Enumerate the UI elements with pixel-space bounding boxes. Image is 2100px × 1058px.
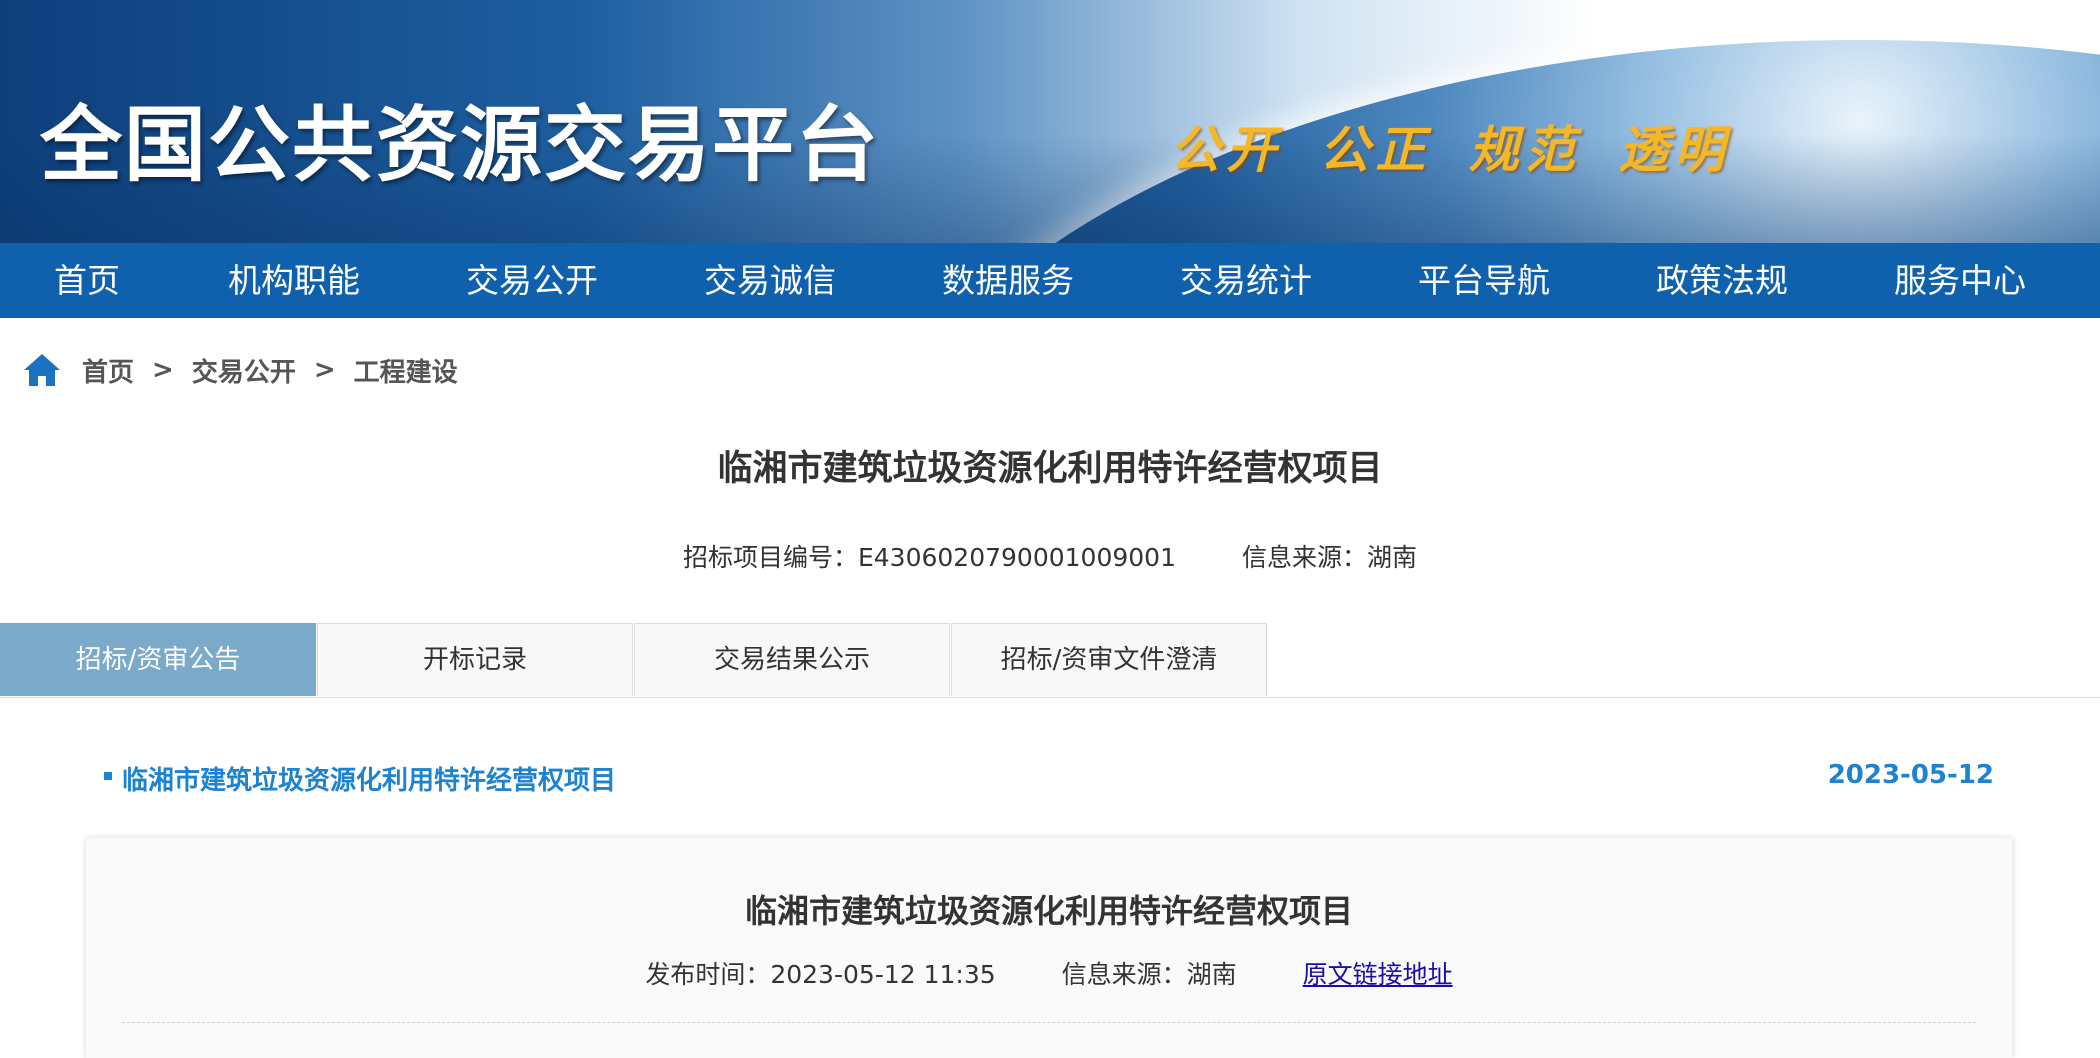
tab-bar: 招标/资审公告 开标记录 交易结果公示 招标/资审文件澄清 — [0, 623, 2100, 698]
project-code-value: E4306020790001009001 — [857, 543, 1176, 572]
project-source-value: 湖南 — [1367, 543, 1418, 572]
article-title: 临湘市建筑垃圾资源化利用特许经营权项目 — [744, 892, 1353, 930]
project-code-label: 招标项目编号： — [682, 543, 858, 572]
site-title: 全国公共资源交易平台 — [40, 97, 881, 193]
article-source-value: 湖南 — [1186, 960, 1237, 989]
tab-tender-notice[interactable]: 招标/资审公告 — [0, 623, 316, 696]
nav-item-data-service[interactable]: 数据服务 — [942, 243, 1074, 318]
tab-trade-result[interactable]: 交易结果公示 — [634, 623, 950, 696]
nav-item-organization[interactable]: 机构职能 — [228, 243, 360, 318]
article-meta: 发布时间：2023-05-12 11:35 信息来源：湖南 原文链接地址 — [86, 955, 2012, 991]
breadcrumb-engineering[interactable]: 工程建设 — [354, 352, 458, 389]
nav-item-platform-nav[interactable]: 平台导航 — [1418, 243, 1550, 318]
breadcrumb-separator: > — [152, 355, 174, 385]
breadcrumb-separator: > — [313, 355, 336, 385]
tab-bid-opening[interactable]: 开标记录 — [317, 623, 633, 696]
page-title: 临湘市建筑垃圾资源化利用特许经营权项目 — [717, 449, 1383, 489]
home-icon[interactable] — [22, 352, 62, 388]
project-meta: 招标项目编号：E4306020790001009001 信息来源：湖南 — [0, 538, 2100, 574]
breadcrumb: 首页 > 交易公开 > 工程建设 — [22, 350, 458, 390]
nav-item-service-center[interactable]: 服务中心 — [1894, 243, 2026, 318]
original-link[interactable]: 原文链接地址 — [1303, 960, 1453, 989]
header-banner: 全国公共资源交易平台 公开 公正 规范 透明 — [0, 0, 2100, 243]
nav-item-home[interactable]: 首页 — [54, 243, 120, 318]
announcement-title-link[interactable]: 临湘市建筑垃圾资源化利用特许经营权项目 — [122, 760, 616, 797]
article-source-label: 信息来源： — [1061, 960, 1187, 989]
nav-item-policy[interactable]: 政策法规 — [1656, 243, 1788, 318]
main-nav: 首页 机构职能 交易公开 交易诚信 数据服务 交易统计 平台导航 政策法规 服务… — [0, 243, 2100, 318]
publish-time-value: 2023-05-12 11:35 — [770, 960, 996, 989]
tab-clarification[interactable]: 招标/资审文件澄清 — [951, 623, 1267, 696]
nav-item-trade-credit[interactable]: 交易诚信 — [704, 243, 836, 318]
article-card: 临湘市建筑垃圾资源化利用特许经营权项目 发布时间：2023-05-12 11:3… — [86, 838, 2012, 1058]
breadcrumb-trade-public[interactable]: 交易公开 — [192, 352, 296, 389]
slogan: 公开 公正 规范 透明 — [1170, 120, 1731, 179]
list-item: 临湘市建筑垃圾资源化利用特许经营权项目 2023-05-12 — [104, 760, 1994, 796]
nav-item-trade-public[interactable]: 交易公开 — [466, 243, 598, 318]
project-source-label: 信息来源： — [1242, 543, 1368, 572]
publish-time-label: 发布时间： — [645, 960, 771, 989]
bullet-icon — [104, 772, 112, 780]
breadcrumb-home[interactable]: 首页 — [82, 352, 134, 389]
announcement-date: 2023-05-12 — [1827, 760, 1994, 790]
nav-item-trade-stats[interactable]: 交易统计 — [1180, 243, 1312, 318]
